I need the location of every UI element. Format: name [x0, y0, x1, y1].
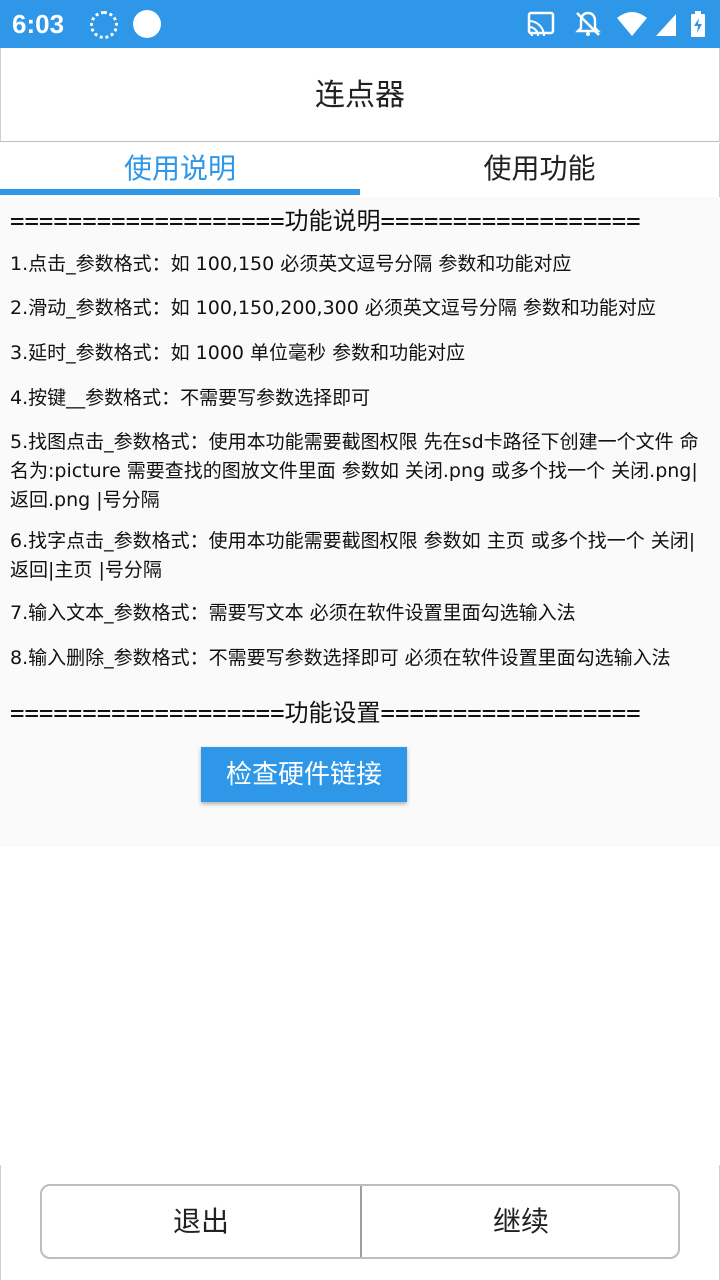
header-rule-right: ================== — [380, 699, 641, 727]
wifi-icon — [616, 10, 648, 38]
continue-button[interactable]: 继续 — [362, 1186, 678, 1257]
instruction-item-swipe: 2.滑动_参数格式：如 100,150,200,300 必须英文逗号分隔 参数和… — [10, 297, 656, 319]
exit-button[interactable]: 退出 — [42, 1186, 362, 1257]
cellular-signal-icon — [654, 10, 678, 38]
battery-charging-icon — [690, 10, 706, 38]
instruction-item-input-text: 7.输入文本_参数格式：需要写文本 必须在软件设置里面勾选输入法 — [10, 602, 576, 624]
instruction-item-delay: 3.延时_参数格式：如 1000 单位毫秒 参数和功能对应 — [10, 342, 466, 364]
status-bar: 6:03 — [0, 0, 720, 48]
tab-indicator — [0, 189, 360, 195]
instruction-item-click: 1.点击_参数格式：如 100,150 必须英文逗号分隔 参数和功能对应 — [10, 253, 572, 275]
header-rule-left: =================== — [10, 699, 285, 727]
dialog-title: 连点器 — [0, 48, 720, 142]
status-time: 6:03 — [12, 9, 65, 39]
header-rule-right: ================== — [380, 207, 641, 235]
instruction-item-find-text: 6.找字点击_参数格式：使用本功能需要截图权限 参数如 主页 或多个找一个 关闭… — [10, 530, 696, 581]
tab-functions[interactable]: 使用功能 — [360, 143, 720, 197]
section-header-functions: ===================功能说明=================… — [10, 205, 710, 237]
instruction-item-find-image: 5.找图点击_参数格式：使用本功能需要截图权限 先在sd卡路径下创建一个文件 命… — [10, 431, 699, 511]
header-rule-left: =================== — [10, 207, 285, 235]
notification-circle-icon — [133, 10, 161, 38]
footer-button-group: 退出 继续 — [40, 1184, 680, 1259]
section-header-settings: ===================功能设置=================… — [10, 697, 710, 729]
instruction-item-input-delete: 8.输入删除_参数格式：不需要写参数选择即可 必须在软件设置里面勾选输入法 — [10, 647, 671, 669]
section-title-settings: 功能设置 — [284, 699, 381, 727]
cast-icon — [526, 10, 556, 38]
check-hardware-link-button[interactable]: 检查硬件链接 — [201, 747, 407, 802]
instruction-item-key: 4.按键__参数格式：不需要写参数选择即可 — [10, 387, 371, 409]
notifications-off-icon — [574, 10, 602, 38]
section-title-functions: 功能说明 — [284, 207, 381, 235]
notification-dotted-circle-icon — [90, 11, 118, 39]
